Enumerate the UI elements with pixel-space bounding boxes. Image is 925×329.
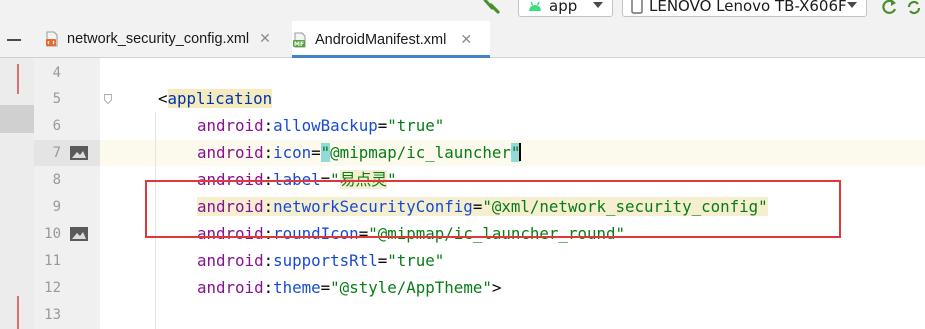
code-line-7: android:icon="@mipmap/ic_launcher" bbox=[197, 140, 522, 166]
fold-marker-icon[interactable] bbox=[104, 94, 112, 104]
close-icon[interactable]: ✕ bbox=[460, 32, 472, 48]
run-configuration-dropdown[interactable]: app bbox=[518, 0, 613, 17]
colon: : bbox=[263, 143, 274, 162]
attr-name: allowBackup bbox=[273, 116, 378, 135]
tab-label: network_security_config.xml bbox=[67, 31, 250, 47]
tab-android-manifest[interactable]: MF AndroidManifest.xml ✕ bbox=[292, 21, 490, 58]
device-dropdown[interactable]: LENOVO Lenovo TB-X606F bbox=[622, 0, 867, 17]
minimize-icon[interactable] bbox=[7, 39, 21, 41]
tag-open-bracket: < bbox=[158, 89, 168, 108]
attr-namespace: android bbox=[197, 116, 264, 135]
attr-name: theme bbox=[273, 278, 321, 297]
svg-text:MF: MF bbox=[294, 41, 304, 48]
line-number: 13 bbox=[44, 307, 61, 323]
attr-value: "true" bbox=[387, 251, 445, 270]
line-number: 7 bbox=[52, 145, 61, 161]
colon: : bbox=[263, 278, 274, 297]
colon: : bbox=[263, 116, 274, 135]
code-line-11: android:supportsRtl="true" bbox=[197, 248, 444, 274]
text-caret bbox=[519, 143, 522, 161]
line-number: 12 bbox=[44, 280, 61, 296]
image-preview-icon[interactable] bbox=[70, 146, 88, 160]
code-line-6: android:allowBackup="true" bbox=[197, 113, 444, 139]
line-number: 11 bbox=[44, 253, 61, 269]
device-label: LENOVO Lenovo TB-X606F bbox=[649, 0, 847, 15]
equals: = bbox=[320, 278, 331, 297]
sync-icon[interactable] bbox=[905, 0, 923, 16]
tool-window-button[interactable] bbox=[0, 105, 34, 133]
tab-network-security-config[interactable]: network_security_config.xml ✕ bbox=[44, 21, 280, 57]
attr-name: supportsRtl bbox=[273, 251, 378, 270]
chevron-down-icon bbox=[593, 2, 603, 8]
equals: = bbox=[377, 116, 388, 135]
manifest-file-icon: MF bbox=[293, 32, 306, 48]
phone-icon bbox=[631, 0, 643, 14]
line-number: 5 bbox=[52, 91, 61, 107]
line-number: 10 bbox=[44, 226, 61, 242]
line-number: 6 bbox=[52, 118, 61, 134]
refresh-icon[interactable] bbox=[880, 0, 898, 16]
attr-value: @mipmap/ic_launcher bbox=[330, 143, 511, 162]
attr-namespace: android bbox=[197, 143, 264, 162]
change-marker bbox=[17, 296, 19, 329]
chevron-down-icon bbox=[847, 2, 857, 8]
close-icon[interactable]: ✕ bbox=[259, 31, 271, 47]
tab-label: AndroidManifest.xml bbox=[315, 31, 447, 48]
attr-value: "@style/AppTheme" bbox=[330, 278, 492, 297]
colon: : bbox=[263, 251, 274, 270]
equals: = bbox=[377, 251, 388, 270]
tool-window-strip bbox=[0, 58, 34, 329]
change-marker bbox=[17, 64, 19, 94]
attr-namespace: android bbox=[197, 251, 264, 270]
line-number: 9 bbox=[52, 199, 61, 215]
code-line-5: <application bbox=[158, 86, 273, 112]
attr-namespace: android bbox=[197, 278, 264, 297]
attr-name: icon bbox=[273, 143, 312, 162]
tag-close-bracket: > bbox=[491, 278, 502, 297]
image-preview-icon[interactable] bbox=[70, 227, 88, 241]
hammer-icon[interactable] bbox=[482, 0, 502, 14]
main-toolbar: app LENOVO Lenovo TB-X606F bbox=[0, 0, 925, 21]
equals: = bbox=[311, 143, 321, 162]
run-configuration-label: app bbox=[549, 0, 578, 15]
code-line-12: android:theme="@style/AppTheme"> bbox=[197, 275, 501, 301]
android-icon bbox=[529, 1, 541, 11]
tag-name: application bbox=[167, 89, 273, 108]
editor-tab-bar: network_security_config.xml ✕ MF Android… bbox=[0, 21, 925, 58]
quote-match-highlight: " bbox=[320, 143, 331, 162]
line-number: 8 bbox=[52, 172, 61, 188]
line-number: 4 bbox=[52, 65, 61, 81]
highlight-annotation-box bbox=[145, 180, 841, 238]
xml-file-icon bbox=[46, 31, 58, 47]
attr-value: "true" bbox=[387, 116, 445, 135]
